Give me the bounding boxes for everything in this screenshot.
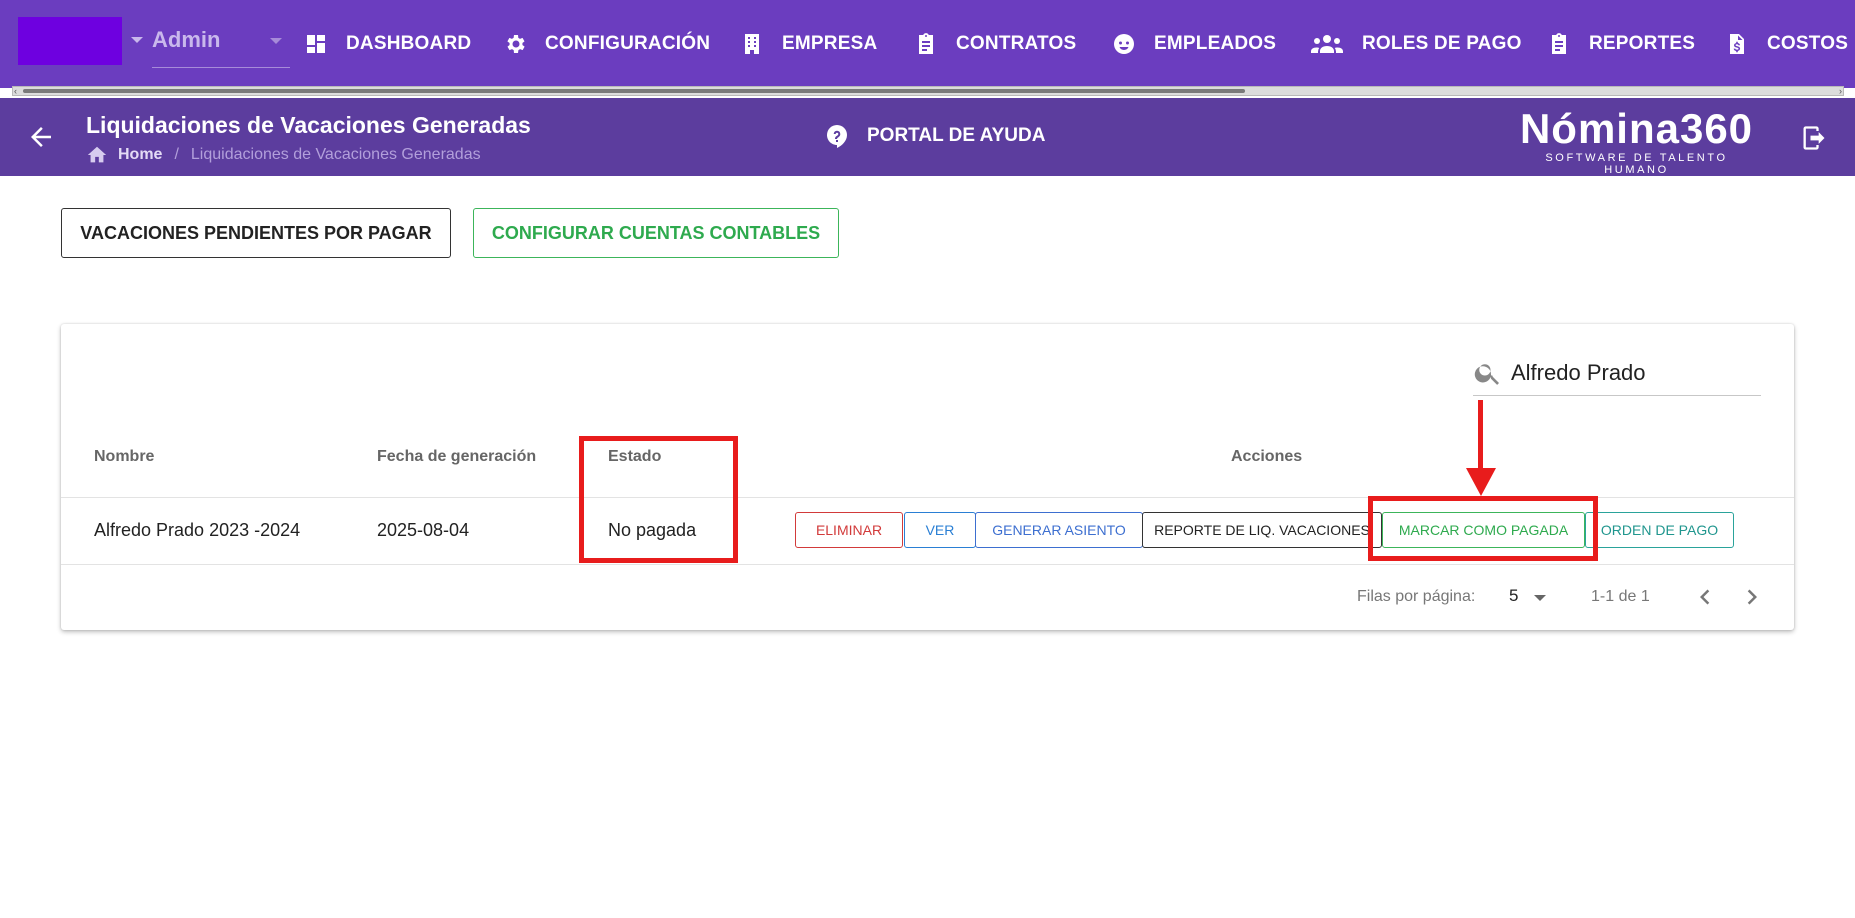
breadcrumb-separator: /: [174, 146, 179, 163]
brand-logo: Nómina360 SOFTWARE DE TALENTO HUMANO: [1514, 105, 1759, 177]
scrollbar-thumb[interactable]: [23, 89, 1245, 93]
top-navigation: Admin DASHBOARD CONFIGURACIÓN EMPRESA CO…: [0, 0, 1855, 88]
chevron-left-icon: [1700, 589, 1710, 605]
gear-icon: [507, 35, 525, 53]
column-header-fecha[interactable]: Fecha de generación: [377, 448, 536, 466]
group-icon: [1311, 35, 1343, 53]
scroll-left-arrow-icon[interactable]: ‹: [14, 86, 17, 96]
dashboard-icon: [307, 35, 325, 53]
nav-item-empresa[interactable]: EMPRESA: [740, 26, 877, 62]
help-portal-link[interactable]: PORTAL DE AYUDA: [825, 124, 1045, 148]
arrow-left-icon: [31, 127, 51, 147]
company-select-value: Admin: [152, 27, 221, 52]
rows-per-page-value: 5: [1509, 586, 1519, 605]
annotation-arrow-icon: [1478, 400, 1483, 470]
page-title: Liquidaciones de Vacaciones Generadas: [86, 112, 531, 138]
table-divider: [61, 564, 1794, 565]
logout-button[interactable]: [1800, 124, 1828, 152]
back-button[interactable]: [26, 122, 56, 152]
vacation-report-button[interactable]: REPORTE DE LIQ. VACACIONES: [1142, 512, 1382, 548]
view-button[interactable]: VER: [904, 512, 976, 548]
search-icon: [1474, 364, 1499, 385]
payment-order-button[interactable]: ORDEN DE PAGO: [1585, 512, 1734, 548]
caret-down-icon[interactable]: [131, 37, 143, 43]
rows-per-page-label: Filas por página:: [1357, 588, 1476, 605]
column-header-nombre[interactable]: Nombre: [94, 448, 154, 466]
cell-nombre: Alfredo Prado 2023 -2024: [94, 520, 301, 540]
caret-down-icon: [1534, 595, 1546, 601]
search-field[interactable]: [1473, 352, 1761, 396]
clipboard-icon: [1552, 33, 1566, 54]
nav-item-label: CONTRATOS: [956, 33, 1077, 54]
nav-item-label: ROLES DE PAGO: [1362, 33, 1522, 54]
logout-icon: [1803, 126, 1825, 150]
vacation-settlements-table-card: Nombre Fecha de generación Estado Accion…: [61, 324, 1794, 630]
column-header-acciones: Acciones: [1231, 448, 1303, 465]
pending-vacations-button[interactable]: VACACIONES PENDIENTES POR PAGAR: [61, 208, 451, 258]
delete-button[interactable]: ELIMINAR: [795, 512, 903, 548]
next-page-button[interactable]: [1737, 582, 1767, 612]
breadcrumb-current: Liquidaciones de Vacaciones Generadas: [190, 146, 481, 163]
search-input[interactable]: [1511, 356, 1751, 390]
brand-tagline: SOFTWARE DE TALENTO HUMANO: [1545, 152, 1728, 176]
clipboard-icon: [919, 33, 933, 54]
scroll-right-arrow-icon[interactable]: ›: [1839, 86, 1842, 96]
nav-item-dashboard[interactable]: DASHBOARD: [304, 26, 471, 62]
highlight-box-mark-as-paid: [1368, 496, 1598, 561]
nav-item-label: DASHBOARD: [346, 33, 472, 54]
nav-item-configuracion[interactable]: CONFIGURACIÓN: [503, 26, 710, 62]
nav-item-label: CONFIGURACIÓN: [545, 33, 711, 54]
nav-item-contratos[interactable]: CONTRATOS: [914, 26, 1076, 62]
face-icon: [1114, 34, 1134, 54]
annotation-arrowhead-icon: [1466, 468, 1496, 496]
dollar-document-icon: [1730, 34, 1744, 54]
chevron-right-icon: [1747, 589, 1757, 605]
nav-item-label: REPORTES: [1589, 33, 1696, 54]
building-icon: [745, 34, 759, 54]
home-icon: [87, 146, 107, 163]
nav-item-reportes[interactable]: REPORTES: [1547, 26, 1695, 62]
help-bubble-icon: [827, 125, 847, 148]
nav-item-empleados[interactable]: EMPLEADOS: [1112, 26, 1276, 62]
rows-per-page-select[interactable]: 5: [1509, 586, 1557, 610]
nav-item-label: EMPLEADOS: [1154, 33, 1277, 54]
company-logo: [18, 17, 122, 65]
configure-accounts-button[interactable]: CONFIGURAR CUENTAS CONTABLES: [473, 208, 839, 258]
company-select[interactable]: Admin: [152, 20, 290, 68]
chevron-down-icon: [270, 38, 282, 44]
pagination-range: 1-1 de 1: [1591, 588, 1650, 605]
highlight-box-estado: [579, 436, 738, 563]
nav-item-costos[interactable]: COSTOS: [1725, 26, 1848, 62]
horizontal-scrollbar[interactable]: ‹ ›: [12, 86, 1844, 96]
previous-page-button[interactable]: [1690, 582, 1720, 612]
nav-item-label: EMPRESA: [782, 33, 878, 54]
nav-item-roles-de-pago[interactable]: ROLES DE PAGO: [1310, 26, 1522, 62]
breadcrumb: Home / Liquidaciones de Vacaciones Gener…: [86, 144, 481, 166]
nav-item-label: COSTOS: [1767, 33, 1849, 54]
page-header: Liquidaciones de Vacaciones Generadas Ho…: [0, 98, 1855, 176]
generate-entry-button[interactable]: GENERAR ASIENTO: [975, 512, 1143, 548]
help-portal-label: PORTAL DE AYUDA: [867, 125, 1046, 146]
breadcrumb-home[interactable]: Home: [118, 146, 162, 164]
cell-fecha: 2025-08-04: [377, 520, 470, 540]
brand-name: Nómina360: [1519, 105, 1754, 152]
